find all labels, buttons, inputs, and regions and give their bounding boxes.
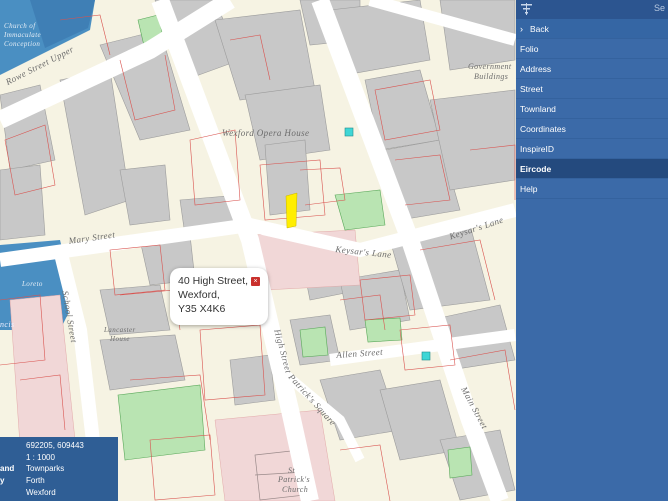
filter-icon[interactable] [521, 3, 532, 15]
barony-key: y [0, 476, 5, 485]
map-label: Immaculate [4, 31, 42, 39]
map-graphics [0, 0, 516, 501]
building-label: Buildings [474, 72, 509, 81]
map-label: Church of [4, 22, 36, 30]
building-label: Loreto [22, 280, 43, 288]
townland-key: and [0, 464, 15, 473]
menu-item-street[interactable]: Street [516, 79, 668, 99]
address-popup: 40 High Street, Wexford, Y35 X4K6 × [170, 268, 268, 325]
map-canvas[interactable]: Church of Immaculate Conception Rowe Str… [0, 0, 516, 501]
menu-item-label: Coordinates [520, 124, 566, 134]
cyan-marker [344, 127, 354, 137]
coords-value: 692205, 609443 [26, 441, 84, 450]
side-panel: Se › Back Folio Address Street Townland … [516, 0, 668, 501]
scale-value: 1 : 1000 [26, 453, 55, 462]
building-label: Wexford Opera House [222, 128, 310, 138]
building-label: House [110, 335, 130, 343]
menu-item-townland[interactable]: Townland [516, 99, 668, 119]
menu-item-label: Folio [520, 44, 539, 54]
menu-item-label: Back [530, 24, 549, 34]
menu-item-back[interactable]: › Back [516, 19, 668, 39]
building-label: Church [282, 485, 309, 494]
info-box: 692205, 609443 1 : 1000 and Townparks y Fo… [0, 437, 118, 501]
menu-item-label: Townland [520, 104, 556, 114]
menu-item-address[interactable]: Address [516, 59, 668, 79]
building-label: St [288, 466, 296, 475]
cyan-marker [421, 351, 431, 361]
map-label: Conception [4, 40, 41, 48]
menu-item-inspireid[interactable]: InspireID [516, 139, 668, 159]
menu-item-eircode[interactable]: Eircode [516, 159, 668, 179]
selected-parcel [285, 192, 298, 229]
close-icon[interactable]: × [251, 277, 260, 286]
menu-item-label: Help [520, 184, 538, 194]
building-label: Government [468, 62, 512, 71]
menu-item-help[interactable]: Help [516, 179, 668, 199]
county-value: Wexford [26, 488, 56, 497]
menu-item-label: InspireID [520, 144, 555, 154]
menu-item-coordinates[interactable]: Coordinates [516, 119, 668, 139]
barony-value: Forth [26, 476, 45, 485]
menu-item-label: Address [520, 64, 552, 74]
chevron-left-icon: › [520, 24, 523, 34]
popup-line: Y35 X4K6 [178, 303, 226, 315]
building-label: Lancaster [104, 326, 136, 334]
panel-topbar: Se [516, 0, 668, 19]
townland-value: Townparks [26, 464, 65, 473]
popup-line: 40 High Street, [178, 275, 249, 287]
building-label: Patrick's [278, 475, 310, 484]
panel-menu: › Back Folio Address Street Townland Coo… [516, 19, 668, 199]
map-label: ncis [0, 320, 15, 329]
panel-topright-text[interactable]: Se [654, 3, 665, 13]
popup-line: Wexford, [178, 289, 220, 301]
menu-item-label: Street [520, 84, 543, 94]
menu-item-folio[interactable]: Folio [516, 39, 668, 59]
menu-item-label: Eircode [520, 164, 552, 174]
